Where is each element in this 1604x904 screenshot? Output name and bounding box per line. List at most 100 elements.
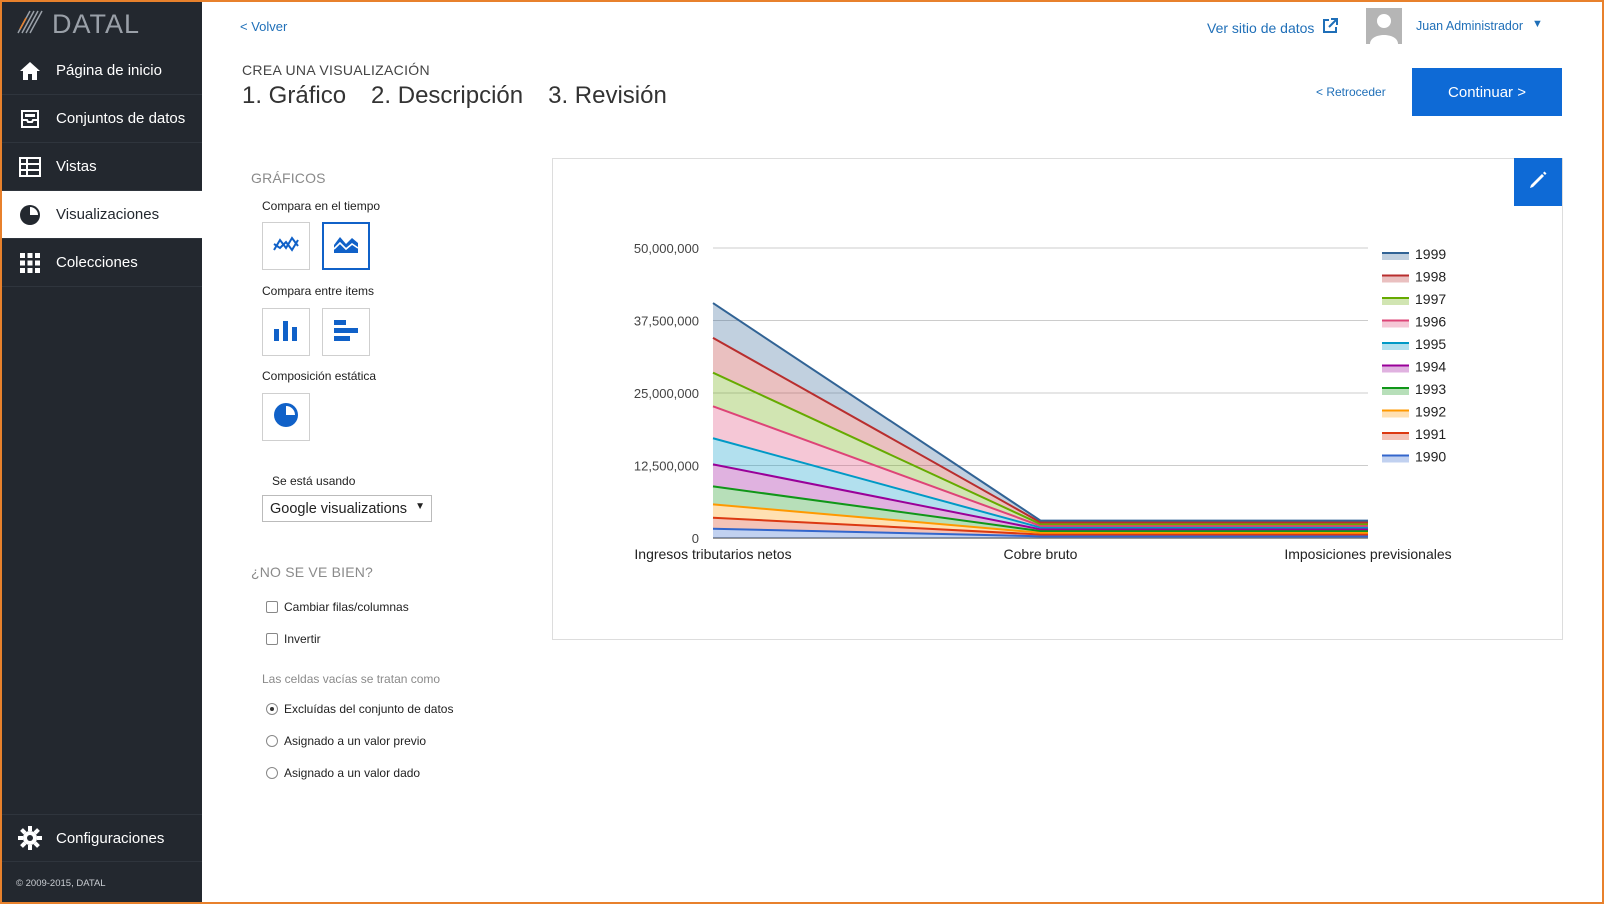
- sidebar-item-label: Colecciones: [56, 254, 138, 271]
- radio-button[interactable]: [266, 735, 278, 747]
- sidebar-item-collections[interactable]: Colecciones: [2, 239, 202, 287]
- sidebar-item-label: Configuraciones: [56, 829, 165, 847]
- site-link[interactable]: Ver sitio de datos: [1207, 18, 1339, 37]
- fix-section-title: ¿NO SE VE BIEN?: [251, 564, 374, 580]
- sidebar-item-datasets[interactable]: Conjuntos de datos: [2, 95, 202, 143]
- x-tick-label: Ingresos tributarios netos: [634, 546, 791, 562]
- bar-chart-button[interactable]: [322, 308, 370, 356]
- checkbox-label: Cambiar filas/columnas: [284, 600, 409, 614]
- y-tick-label: 25,000,000: [634, 386, 699, 401]
- sidebar-item-label: Visualizaciones: [56, 206, 160, 223]
- table-icon: [18, 155, 42, 179]
- column-chart-icon: [273, 319, 299, 346]
- legend-label: 1998: [1415, 269, 1446, 285]
- radio-button[interactable]: [266, 703, 278, 715]
- step-description[interactable]: 2. Descripción: [371, 82, 523, 110]
- checkbox-label: Invertir: [284, 632, 321, 646]
- y-tick-label: 37,500,000: [634, 314, 699, 329]
- bar-chart-icon: [333, 319, 359, 346]
- legend-label: 1994: [1415, 359, 1446, 375]
- legend-swatch: [1382, 388, 1409, 395]
- y-tick-label: 50,000,000: [634, 241, 699, 256]
- radio-label: Asignado a un valor previo: [284, 734, 427, 748]
- empty-cells-label: Las celdas vacías se tratan como: [262, 672, 441, 686]
- legend-swatch: [1382, 275, 1409, 283]
- empty-cells-option-excluded[interactable]: Excluídas del conjunto de datos: [266, 702, 453, 716]
- app-window: DATAL Página de inicio Conjuntos de dato…: [2, 2, 1602, 902]
- gear-icon: [18, 826, 42, 850]
- library-label: Se está usando: [272, 474, 356, 488]
- logo-icon: [16, 9, 44, 40]
- legend-label: 1990: [1415, 449, 1446, 465]
- radio-label: Asignado a un valor dado: [284, 766, 421, 780]
- step-review[interactable]: 3. Revisión: [548, 82, 667, 110]
- back-link[interactable]: < Volver: [240, 19, 287, 34]
- line-chart-icon: [273, 234, 299, 259]
- external-link-icon: [1322, 18, 1339, 37]
- pie-chart-button[interactable]: [262, 393, 310, 441]
- pie-chart-icon: [273, 402, 299, 433]
- wizard-steps: 1. Gráfico 2. Descripción 3. Revisión: [242, 82, 667, 110]
- sidebar-item-label: Conjuntos de datos: [56, 110, 186, 127]
- radio-label: Excluídas del conjunto de datos: [284, 702, 454, 716]
- step-chart[interactable]: 1. Gráfico: [242, 82, 346, 110]
- continue-button[interactable]: Continuar >: [1412, 68, 1562, 116]
- library-select-value: Google visualizations: [270, 500, 408, 517]
- sidebar-item-label: Página de inicio: [56, 62, 162, 79]
- checkbox-box[interactable]: [266, 601, 278, 613]
- sidebar: DATAL Página de inicio Conjuntos de dato…: [2, 2, 202, 902]
- avatar[interactable]: [1366, 8, 1402, 44]
- legend-label: 1993: [1415, 381, 1446, 397]
- legend-swatch: [1382, 455, 1409, 463]
- empty-cells-option-given[interactable]: Asignado a un valor dado: [266, 766, 420, 780]
- chevron-down-icon[interactable]: ▼: [1532, 18, 1543, 30]
- legend-swatch: [1382, 253, 1409, 260]
- previous-step-link[interactable]: < Retroceder: [1316, 85, 1386, 99]
- logo-text: DATAL: [52, 9, 141, 39]
- x-tick-label: Imposiciones previsionales: [1284, 546, 1451, 562]
- pie-icon: [18, 203, 42, 227]
- legend-label: 1995: [1415, 336, 1446, 352]
- legend-swatch: [1382, 433, 1409, 440]
- sidebar-item-visualizations[interactable]: Visualizaciones: [2, 191, 202, 239]
- edit-chart-button[interactable]: [1514, 158, 1562, 206]
- sidebar-item-settings[interactable]: Configuraciones: [2, 814, 202, 862]
- chart-preview: 0 12,500,000 25,000,000 37,500,000 50,000,00…: [552, 158, 1563, 640]
- checkbox-box[interactable]: [266, 633, 278, 645]
- static-composition-label: Composición estática: [262, 369, 377, 383]
- area-chart-button[interactable]: [322, 222, 370, 270]
- radio-button[interactable]: [266, 767, 278, 779]
- sidebar-item-label: Vistas: [56, 158, 97, 175]
- area-chart-icon: [333, 233, 359, 260]
- line-chart-button[interactable]: [262, 222, 310, 270]
- copyright: © 2009-2015, DATAL: [16, 878, 106, 889]
- home-icon: [18, 59, 42, 83]
- x-tick-label: Cobre bruto: [1004, 546, 1078, 562]
- legend-label: 1997: [1415, 291, 1446, 307]
- empty-cells-option-previous[interactable]: Asignado a un valor previo: [266, 734, 426, 748]
- inbox-icon: [18, 107, 42, 131]
- column-chart-button[interactable]: [262, 308, 310, 356]
- legend-label: 1999: [1415, 246, 1446, 262]
- charts-section-title: GRÁFICOS: [251, 170, 326, 186]
- legend-swatch: [1382, 365, 1409, 373]
- chevron-down-icon: ▼: [415, 501, 425, 512]
- grid-icon: [18, 251, 42, 275]
- sidebar-item-home[interactable]: Página de inicio: [2, 47, 202, 95]
- legend-swatch: [1382, 410, 1409, 418]
- sidebar-item-views[interactable]: Vistas: [2, 143, 202, 191]
- user-menu[interactable]: Juan Administrador: [1416, 19, 1523, 33]
- invert-checkbox[interactable]: Invertir: [266, 632, 321, 646]
- legend-swatch: [1382, 343, 1409, 350]
- library-select[interactable]: Google visualizations ▼: [262, 495, 432, 522]
- pencil-icon: [1528, 170, 1548, 195]
- swap-rows-columns-checkbox[interactable]: Cambiar filas/columnas: [266, 600, 409, 614]
- compare-items-label: Compara entre items: [262, 284, 375, 298]
- legend-swatch: [1382, 298, 1409, 305]
- legend-swatch: [1382, 320, 1409, 328]
- y-tick-label: 12,500,000: [634, 459, 699, 474]
- legend-label: 1992: [1415, 404, 1446, 420]
- compare-time-label: Compara en el tiempo: [262, 199, 381, 213]
- logo[interactable]: DATAL: [2, 2, 202, 47]
- area-chart: 0 12,500,000 25,000,000 37,500,000 50,000,00…: [634, 241, 1452, 562]
